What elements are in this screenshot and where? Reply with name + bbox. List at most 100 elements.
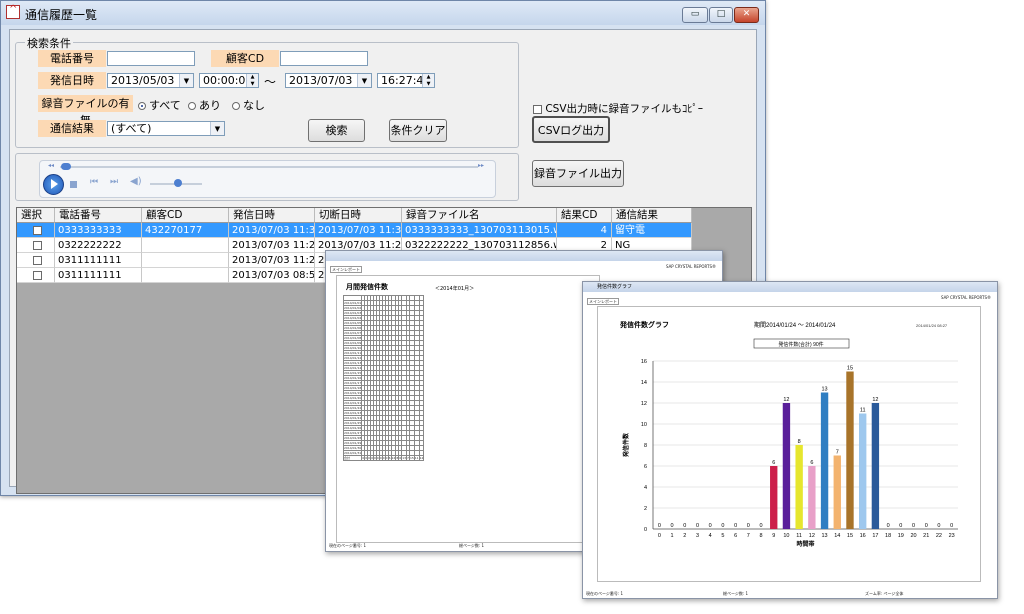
bar-value-label: 11 <box>860 408 866 414</box>
start-cell[interactable]: 2013/07/03 11:28:04 <box>229 253 315 268</box>
customer-cell[interactable]: 432270177 <box>142 223 229 238</box>
report1-title-bar[interactable] <box>326 251 722 261</box>
csv-log-output-button[interactable]: CSVログ出力 <box>532 116 610 143</box>
monthly-date-cell: 2014/01/18 <box>342 385 363 391</box>
bar-value-label: 0 <box>937 523 940 529</box>
rewind-icon[interactable]: ◂◂ <box>48 162 54 169</box>
monthly-date-cell: 2014/01/10 <box>342 345 363 351</box>
next-icon[interactable]: ⏭ <box>110 177 118 187</box>
forward-icon[interactable]: ▸▸ <box>478 162 484 169</box>
maximize-button[interactable]: □ <box>709 7 733 23</box>
x-tick-label: 23 <box>949 533 955 539</box>
col-start[interactable]: 発信日時 <box>229 208 315 223</box>
report1-tab[interactable]: メインレポート <box>330 266 362 273</box>
y-tick-label: 0 <box>644 527 647 533</box>
phone-cell[interactable]: 0311111111 <box>55 253 142 268</box>
phone-cell[interactable]: 0311111111 <box>55 268 142 283</box>
record-file-output-button[interactable]: 録音ファイル出力 <box>532 160 624 187</box>
time-to-spinner[interactable]: 16:27:48 ▲ ▼ <box>377 73 435 88</box>
x-tick-label: 8 <box>759 533 762 539</box>
phone-input[interactable] <box>107 51 195 66</box>
radio-all-icon[interactable] <box>138 102 146 110</box>
minimize-button[interactable]: ▭ <box>682 7 708 23</box>
row-select-cell[interactable] <box>17 253 55 268</box>
bar-value-label: 0 <box>950 523 953 529</box>
seek-track[interactable] <box>60 166 478 168</box>
report2-title-bar[interactable]: 発信件数グラフ <box>583 282 997 292</box>
monthly-total-cell: 0 <box>375 455 380 461</box>
result-cell[interactable]: 留守電 <box>612 223 692 238</box>
time-to-spin-icon[interactable]: ▲ ▼ <box>422 74 434 87</box>
row-select-cell[interactable] <box>17 268 55 283</box>
row-checkbox[interactable] <box>33 255 42 265</box>
start-cell[interactable]: 2013/07/03 08:52:39 <box>229 268 315 283</box>
row-checkbox[interactable] <box>33 240 42 250</box>
monthly-total-cell: 11 <box>413 455 420 461</box>
date-to-dropdown-icon[interactable]: ▼ <box>357 74 371 87</box>
date-from-dropdown-icon[interactable]: ▼ <box>179 74 193 87</box>
monthly-date-cell: 2014/01/19 <box>342 390 363 396</box>
close-button[interactable]: ✕ <box>734 7 759 23</box>
col-customer[interactable]: 顧客CD <box>142 208 229 223</box>
date-to-picker[interactable]: 2013/07/03 ▼ <box>285 73 372 88</box>
prev-icon[interactable]: ⏮ <box>90 177 98 187</box>
file-cell[interactable]: 0333333333_130703113015.wav <box>402 223 557 238</box>
col-file[interactable]: 録音ファイル名 <box>402 208 557 223</box>
volume-icon[interactable]: ◀) <box>130 176 142 187</box>
monthly-table-grid: 2014/01/01 2014/01/02 2014/01/03 2014/01/04… <box>342 295 425 461</box>
time-from-spin-icon[interactable]: ▲ ▼ <box>246 74 258 87</box>
time-from-spinner[interactable]: 00:00:00 ▲ ▼ <box>199 73 259 88</box>
start-cell[interactable]: 2013/07/03 11:28:53 <box>229 238 315 253</box>
seek-thumb[interactable] <box>61 163 71 170</box>
play-icon[interactable] <box>43 174 64 195</box>
monthly-date-cell: 2014/01/15 <box>342 370 363 376</box>
customer-cell[interactable] <box>142 253 229 268</box>
x-tick-label: 12 <box>809 533 815 539</box>
row-select-cell[interactable] <box>17 238 55 253</box>
radio-all[interactable]: すべて <box>138 97 181 113</box>
customer-cell[interactable] <box>142 238 229 253</box>
phone-cell[interactable]: 0333333333 <box>55 223 142 238</box>
stop-icon[interactable] <box>70 181 77 188</box>
col-phone[interactable]: 電話番号 <box>55 208 142 223</box>
bar-value-label: 15 <box>847 366 853 372</box>
bar <box>871 403 880 529</box>
row-checkbox[interactable] <box>33 225 42 235</box>
customer-input[interactable] <box>280 51 368 66</box>
radio-yes-icon[interactable] <box>188 102 196 110</box>
phone-cell[interactable]: 0322222222 <box>55 238 142 253</box>
start-cell[interactable]: 2013/07/03 11:30:12 <box>229 223 315 238</box>
bar-value-label: 0 <box>759 523 762 529</box>
customer-cell[interactable] <box>142 268 229 283</box>
monthly-date-cell: 2014/01/03 <box>342 310 363 316</box>
radio-no[interactable]: なし <box>232 97 265 113</box>
radio-no-icon[interactable] <box>232 102 240 110</box>
code-cell[interactable]: 4 <box>557 223 612 238</box>
date-from-picker[interactable]: 2013/05/03 ▼ <box>107 73 194 88</box>
volume-thumb[interactable] <box>174 179 182 187</box>
col-select[interactable]: 選択 <box>17 208 55 223</box>
row-checkbox[interactable] <box>33 270 42 280</box>
x-tick-label: 18 <box>885 533 891 539</box>
monthly-date-cell: 2014/01/26 <box>342 425 363 431</box>
row-select-cell[interactable] <box>17 223 55 238</box>
title-bar[interactable]: 通信履歴一覧 ▭ □ ✕ <box>1 1 765 25</box>
monthly-date-cell: 2014/01/25 <box>342 420 363 426</box>
result-dropdown-icon[interactable]: ▼ <box>210 122 224 135</box>
col-result[interactable]: 通信結果 <box>612 208 692 223</box>
window-title: 通信履歴一覧 <box>25 8 98 22</box>
x-tick-label: 3 <box>696 533 699 539</box>
csv-copy-check-icon[interactable] <box>533 104 542 114</box>
end-cell[interactable]: 2013/07/03 11:32:38 <box>315 223 402 238</box>
radio-yes[interactable]: あり <box>188 97 221 113</box>
phone-label: 電話番号 <box>38 50 106 67</box>
chart-title: 発信件数グラフ <box>619 320 669 329</box>
col-code[interactable]: 結果CD <box>557 208 612 223</box>
clear-conditions-button[interactable]: 条件クリア <box>389 119 447 142</box>
col-end[interactable]: 切断日時 <box>315 208 402 223</box>
report2-tab[interactable]: メインレポート <box>587 298 619 305</box>
csv-copy-checkbox[interactable]: CSV出力時に録音ファイルもｺﾋﾟｰ <box>533 101 703 116</box>
search-button[interactable]: 検索 <box>308 119 365 142</box>
result-combo[interactable]: (すべて) ▼ <box>107 121 225 136</box>
monthly-date-cell: 2014/01/16 <box>342 375 363 381</box>
